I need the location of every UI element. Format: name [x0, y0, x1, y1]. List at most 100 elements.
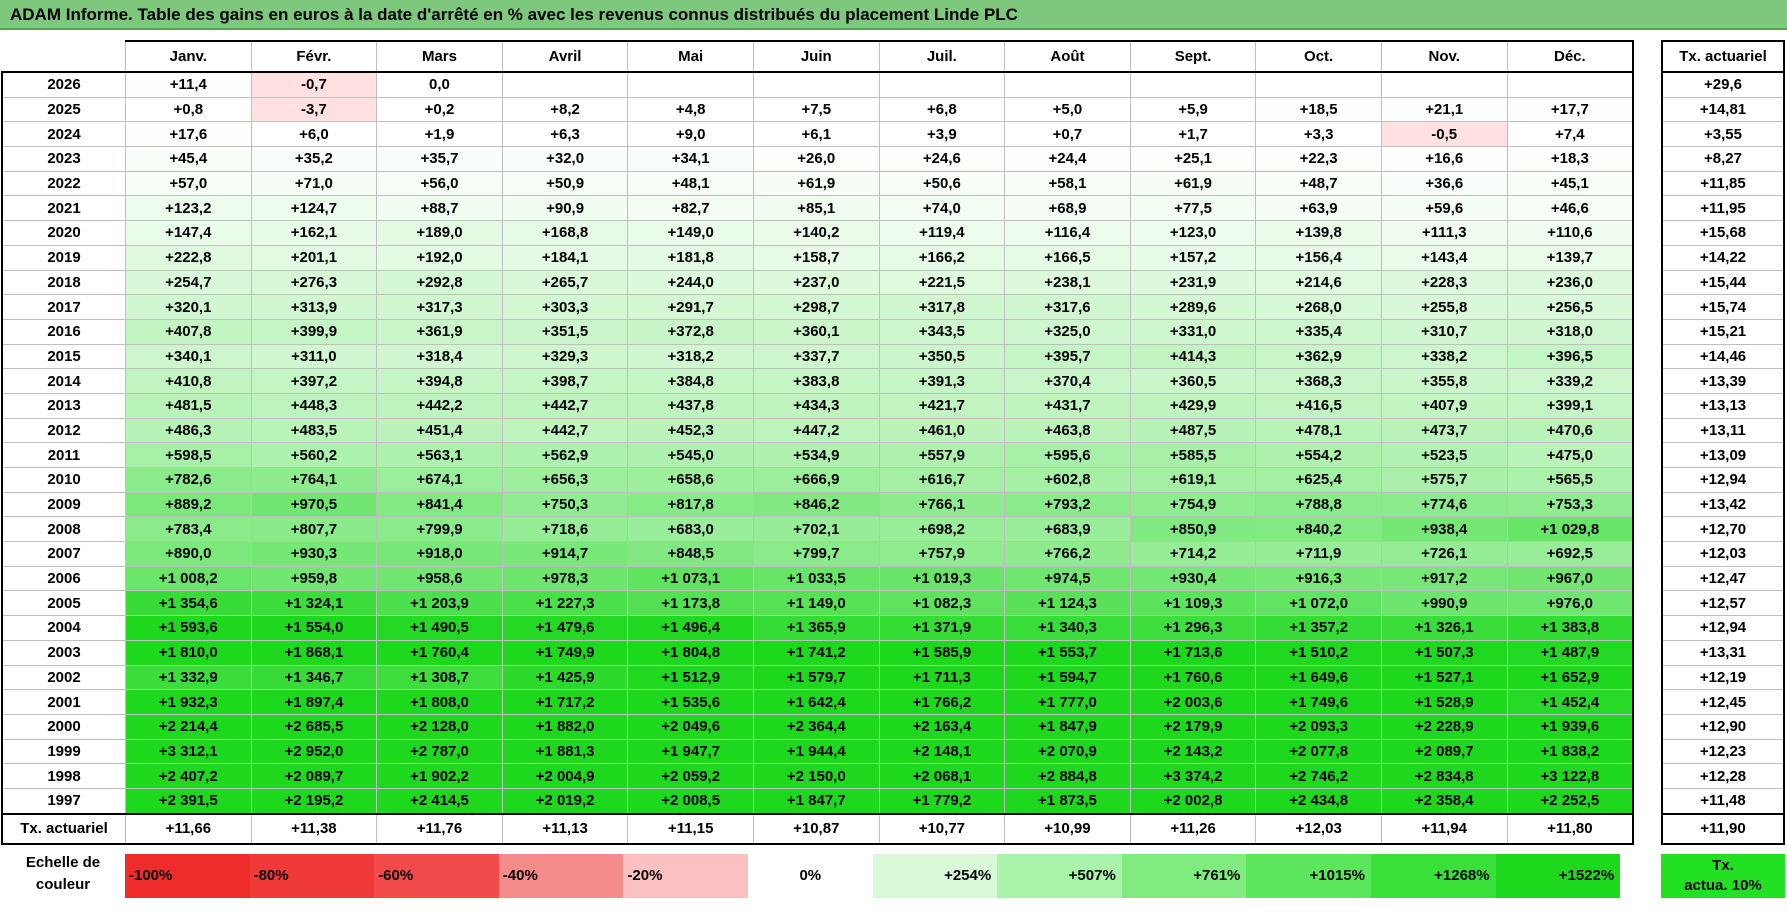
year-row: 2026 +11,4 -0,7 0,0: [1, 71, 1635, 98]
gain-cell: -0,7: [250, 71, 378, 98]
rate-cell: +15,44: [1661, 269, 1785, 296]
year-cell: 2021: [1, 195, 126, 222]
gain-cell: +360,5: [1129, 368, 1257, 394]
gain-cell: -3,7: [250, 96, 378, 123]
gain-cell: +1 873,5: [1004, 787, 1131, 815]
year-row: 2005 +1 354,6 +1 324,1 +1 203,9 +1 227,3 +1 1…: [1, 590, 1635, 617]
rate-row: +12,70: [1661, 516, 1785, 543]
gain-cell: +2 093,3: [1255, 713, 1382, 740]
gain-cell: +82,7: [627, 195, 754, 222]
gain-cell: +2 049,6: [627, 713, 754, 740]
gain-cell: +2 163,4: [878, 713, 1006, 740]
year-row: 2024 +17,6 +6,0 +1,9 +6,3 +9,0 +6,1 +3,9 +0,7 +1,…: [1, 121, 1635, 148]
rate-cell: +14,22: [1661, 244, 1785, 271]
gain-cell: +34,1: [627, 146, 754, 172]
gain-cell: +368,3: [1255, 368, 1382, 394]
gain-cell: +1 766,2: [878, 689, 1006, 715]
rate-row: +14,22: [1661, 244, 1785, 271]
legend-cell: -20%: [623, 854, 748, 898]
gain-cell: +481,5: [125, 392, 252, 419]
rate-cell: +12,90: [1661, 713, 1785, 740]
gain-cell: +317,6: [1004, 294, 1131, 320]
gain-cell: +2 787,0: [376, 738, 503, 765]
year-row: 2016 +407,8 +399,9 +361,9 +351,5 +372,8 +360,1…: [1, 318, 1635, 345]
legend-cell: 0%: [748, 854, 873, 898]
gain-cell: +3 122,8: [1506, 763, 1635, 789]
rate-cell: +13,09: [1661, 442, 1785, 468]
gain-cell: +18,3: [1506, 146, 1635, 172]
gain-cell: [501, 71, 629, 98]
gain-cell: +8,2: [501, 96, 629, 123]
gain-cell: +140,2: [752, 220, 880, 246]
gain-cell: +2 391,5: [125, 787, 252, 815]
gain-cell: +930,3: [250, 541, 378, 567]
rate-cell: +12,45: [1661, 689, 1785, 715]
gain-cell: +890,0: [125, 541, 252, 567]
gain-cell: +1 897,4: [250, 689, 378, 715]
gain-cell: +189,0: [376, 220, 503, 246]
gain-cell: +139,7: [1506, 244, 1635, 271]
gain-cell: +889,2: [125, 491, 252, 518]
gain-cell: +1 512,9: [627, 664, 754, 691]
gain-cell: +483,5: [250, 417, 378, 444]
gain-cell: +265,7: [501, 269, 629, 296]
year-row: 2015 +340,1 +311,0 +318,4 +329,3 +318,2 +337,7…: [1, 343, 1635, 370]
gain-cell: +442,2: [376, 392, 503, 419]
year-cell: 2015: [1, 343, 126, 370]
gain-cell: [1129, 71, 1257, 98]
year-row: 2023 +45,4 +35,2 +35,7 +32,0 +34,1 +26,0 +24,6 +…: [1, 146, 1635, 172]
gain-cell: +2 252,5: [1506, 787, 1635, 815]
gain-cell: +1 308,7: [376, 664, 503, 691]
legend-label: Echelle de couleur: [2, 852, 124, 896]
gain-cell: +6,8: [878, 96, 1006, 123]
gain-cell: +916,3: [1255, 565, 1382, 592]
gain-cell: +360,1: [752, 318, 880, 345]
gain-cell: +48,1: [627, 170, 754, 197]
gain-cell: +766,2: [1004, 541, 1131, 567]
gain-cell: +116,4: [1004, 220, 1131, 246]
gain-cell: +21,1: [1380, 96, 1508, 123]
gain-cell: +1 808,0: [376, 689, 503, 715]
gain-cell: +658,6: [627, 467, 754, 493]
gain-cell: +1 593,6: [125, 615, 252, 641]
rate-cell: +14,81: [1661, 96, 1785, 123]
legend-rate-cell: Tx. actua. 10%: [1661, 854, 1785, 898]
gain-cell: +1 019,3: [878, 565, 1006, 592]
gain-cell: +1 383,8: [1506, 615, 1635, 641]
rate-row: +12,47: [1661, 565, 1785, 592]
gain-cell: +2 002,8: [1129, 787, 1257, 815]
gain-cell: +384,8: [627, 368, 754, 394]
gain-cell: +1 227,3: [501, 590, 629, 617]
gain-cell: +158,7: [752, 244, 880, 271]
rate-row: +11,95: [1661, 195, 1785, 222]
gain-cell: +61,9: [752, 170, 880, 197]
year-cell: 2008: [1, 516, 126, 543]
year-cell: 2020: [1, 220, 126, 246]
gain-cell: +350,5: [878, 343, 1006, 370]
rate-row: +12,94: [1661, 467, 1785, 493]
rate-cell: +29,6: [1661, 71, 1785, 98]
gain-cell: +85,1: [752, 195, 880, 222]
footer-rate-cell: +11,80: [1506, 812, 1635, 845]
gain-cell: +978,3: [501, 565, 629, 592]
gain-cell: +2 179,9: [1129, 713, 1257, 740]
gain-cell: +5,0: [1004, 96, 1131, 123]
gain-cell: +554,2: [1255, 442, 1382, 468]
gain-cell: +2 089,7: [1380, 738, 1508, 765]
rate-row: +15,21: [1661, 318, 1785, 345]
gain-cell: +1 652,9: [1506, 664, 1635, 691]
gain-cell: +1 510,2: [1255, 639, 1382, 666]
gain-cell: +1 868,1: [250, 639, 378, 666]
gain-cell: +1 487,9: [1506, 639, 1635, 666]
gain-cell: +397,2: [250, 368, 378, 394]
legend-label-line2: couleur: [35, 876, 91, 893]
gain-cell: +24,4: [1004, 146, 1131, 172]
gain-cell: +399,9: [250, 318, 378, 345]
gain-cell: +914,7: [501, 541, 629, 567]
legend-cell: +761%: [1121, 854, 1247, 898]
month-header: Juil.: [878, 40, 1006, 73]
gain-cell: +1 332,9: [125, 664, 252, 691]
rate-cell: +11,85: [1661, 170, 1785, 197]
gain-cell: +683,9: [1004, 516, 1131, 543]
gain-cell: +3 312,1: [125, 738, 252, 765]
